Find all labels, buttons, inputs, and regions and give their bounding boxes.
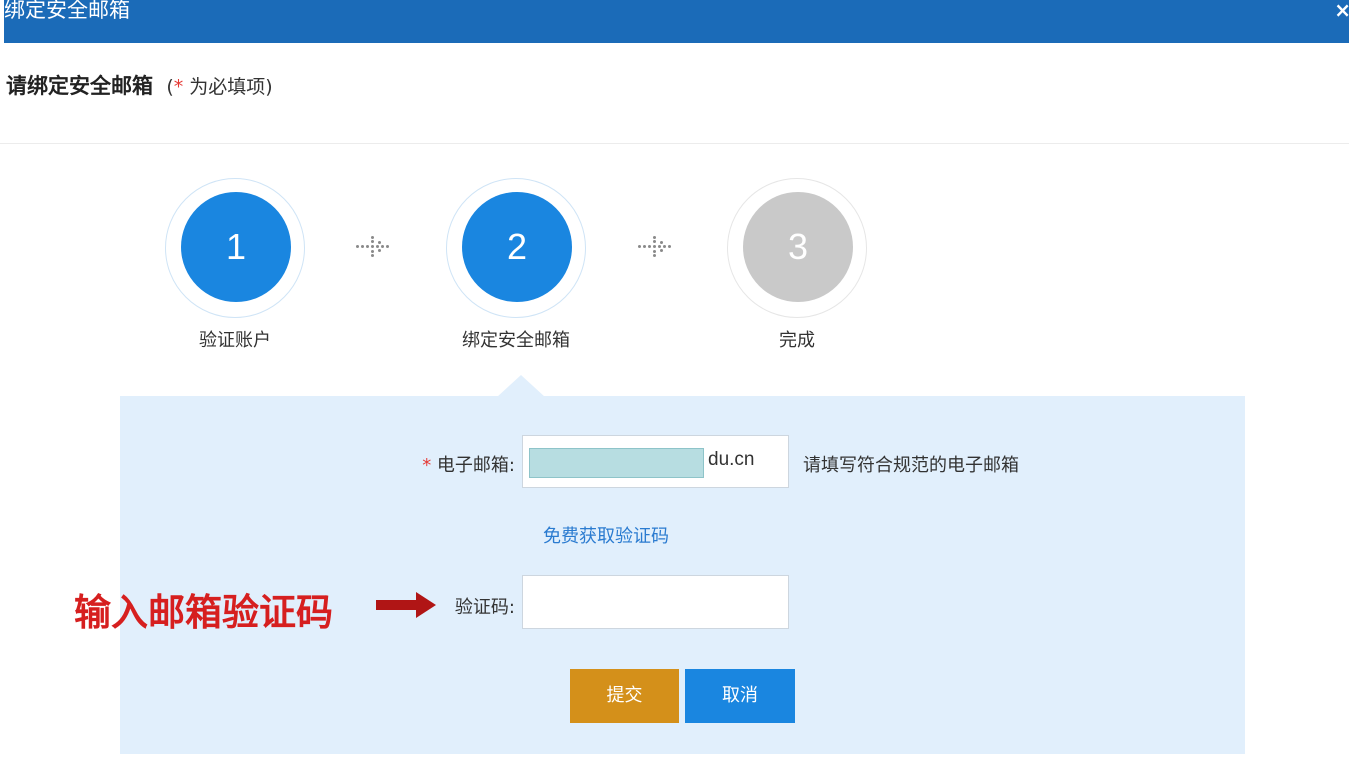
step-number: 3	[743, 192, 853, 302]
required-note: (* 为必填项)	[166, 76, 272, 98]
step-label-complete: 完成	[779, 330, 815, 351]
required-star: *	[173, 76, 184, 98]
step-number: 2	[462, 192, 572, 302]
step-connector-icon	[638, 233, 678, 263]
annotation-text: 输入邮箱验证码	[74, 590, 333, 634]
email-value: du.cn	[708, 449, 755, 470]
page-heading: 请绑定安全邮箱 (* 为必填项)	[6, 70, 273, 100]
email-field[interactable]: du.cn	[522, 435, 789, 488]
step-label-verify-account: 验证账户	[199, 330, 271, 351]
step-label-bind-email: 绑定安全邮箱	[462, 330, 570, 351]
red-arrow-icon	[376, 592, 436, 618]
step-1: 1	[165, 178, 305, 318]
email-redaction	[529, 448, 704, 478]
email-label: * 电子邮箱:	[380, 451, 515, 477]
step-3: 3	[727, 178, 867, 318]
email-required-star: *	[422, 455, 432, 476]
submit-button[interactable]: 提交	[570, 669, 679, 723]
code-input[interactable]	[522, 575, 789, 629]
dialog-titlebar: 绑定安全邮箱 ×	[4, 0, 1349, 43]
step-2: 2	[446, 178, 586, 318]
required-note-text: 为必填项)	[183, 76, 273, 98]
page-title: 请绑定安全邮箱	[6, 74, 153, 98]
code-label: 验证码:	[454, 597, 515, 618]
required-note-open: (	[166, 76, 174, 98]
email-label-text: 电子邮箱:	[436, 455, 515, 476]
cancel-button[interactable]: 取消	[685, 669, 795, 723]
close-icon[interactable]: ×	[1334, 0, 1349, 20]
panel-pointer	[497, 375, 545, 397]
get-code-link[interactable]: 免费获取验证码	[543, 522, 669, 548]
step-connector-icon	[356, 233, 396, 263]
divider	[0, 143, 1349, 144]
email-hint: 请填写符合规范的电子邮箱	[803, 455, 1019, 476]
dialog-title: 绑定安全邮箱	[4, 0, 130, 22]
step-number: 1	[181, 192, 291, 302]
